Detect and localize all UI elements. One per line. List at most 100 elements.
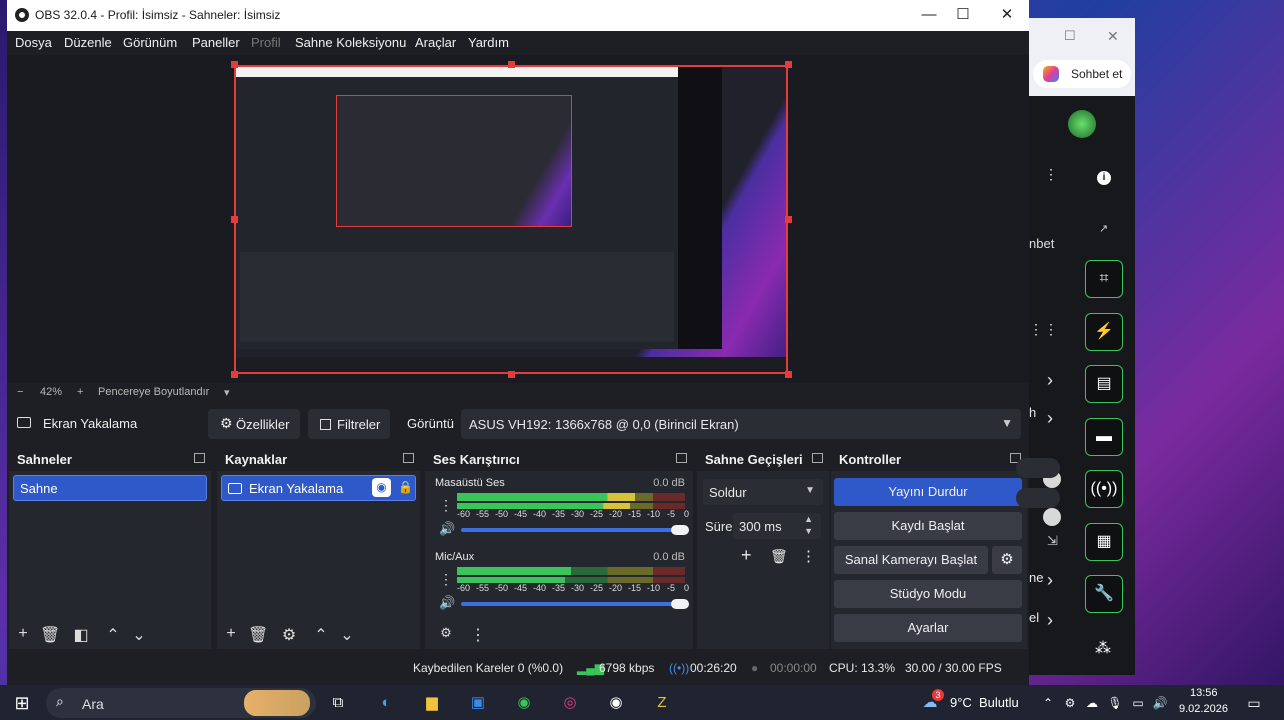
- maximize-button[interactable]: ☐: [1064, 28, 1076, 44]
- chevron-right-icon[interactable]: ›: [1047, 408, 1053, 429]
- resize-handle[interactable]: [785, 61, 792, 68]
- maximize-button[interactable]: ☐: [945, 4, 981, 26]
- virtual-camera-settings-icon[interactable]: ⚙: [992, 546, 1022, 574]
- menu-sahne-koleksiyonu[interactable]: Sahne Koleksiyonu: [295, 35, 406, 50]
- onedrive-icon[interactable]: ☁: [1080, 691, 1104, 715]
- trash-icon[interactable]: 🗑: [40, 625, 60, 645]
- volume-icon[interactable]: 🔊: [1148, 691, 1172, 715]
- document-icon[interactable]: ▤: [1085, 365, 1123, 403]
- zapp-icon[interactable]: Z: [650, 691, 674, 715]
- menu-profil[interactable]: Profil: [251, 35, 281, 50]
- resize-handle[interactable]: [785, 371, 792, 378]
- resize-handle[interactable]: [231, 216, 238, 223]
- clock-time[interactable]: 13:56: [1190, 687, 1218, 699]
- advanced-audio-icon[interactable]: ⚙: [437, 625, 455, 641]
- speaker-icon[interactable]: 🔊: [439, 595, 455, 611]
- toggle-switch-bg[interactable]: [1016, 488, 1060, 508]
- minimize-button[interactable]: —: [911, 4, 947, 26]
- kebab-menu-icon[interactable]: ⋮: [1044, 321, 1058, 338]
- resize-handle[interactable]: [785, 216, 792, 223]
- broadcast-icon[interactable]: ((•)): [1085, 470, 1123, 508]
- edge-icon[interactable]: ◐: [374, 691, 398, 715]
- filter-icon[interactable]: ◧: [72, 625, 90, 645]
- chart-icon[interactable]: ⇲: [1047, 533, 1058, 549]
- source-item[interactable]: Ekran Yakalama ◉ 🔒: [221, 475, 416, 501]
- lock-icon[interactable]: 🔒: [398, 480, 413, 494]
- layout-icon[interactable]: ▦: [1085, 523, 1123, 561]
- chevron-right-icon[interactable]: ›: [1047, 570, 1053, 591]
- kebab-menu-icon[interactable]: ⋮: [1029, 321, 1043, 338]
- kebab-menu-icon[interactable]: ⋮: [439, 571, 453, 588]
- add-icon[interactable]: +: [14, 625, 32, 643]
- notification-icon[interactable]: ▭: [1242, 691, 1266, 715]
- stop-streaming-button[interactable]: Yayını Durdur: [834, 478, 1022, 506]
- chevron-right-icon[interactable]: ›: [1047, 610, 1053, 631]
- move-down-icon[interactable]: ⌄: [130, 625, 148, 645]
- lightning-icon[interactable]: ⚡: [1085, 313, 1123, 351]
- close-button[interactable]: ✕: [1107, 28, 1119, 45]
- volume-slider[interactable]: [461, 528, 689, 532]
- zoom-in-button[interactable]: +: [77, 386, 83, 398]
- clock-date[interactable]: 9.02.2026: [1179, 703, 1228, 715]
- kebab-menu-icon[interactable]: ⋮: [439, 497, 453, 514]
- float-dock-icon[interactable]: [403, 453, 414, 463]
- chat-icon[interactable]: ▬: [1085, 418, 1123, 456]
- move-up-icon[interactable]: ⌃: [104, 625, 122, 645]
- filters-button[interactable]: Filtreler: [308, 409, 390, 439]
- settings-button[interactable]: Ayarlar: [834, 614, 1022, 642]
- toggle-switch[interactable]: [1043, 508, 1061, 526]
- chevron-up-icon[interactable]: ▲: [804, 514, 813, 524]
- scene-item[interactable]: Sahne: [13, 475, 207, 501]
- menu-araclar[interactable]: Araçlar: [415, 35, 456, 50]
- trash-icon[interactable]: 🗑: [248, 625, 268, 645]
- close-button[interactable]: ✕: [989, 4, 1025, 26]
- menu-paneller[interactable]: Paneller: [192, 35, 240, 50]
- chat-button[interactable]: Sohbet et: [1033, 60, 1131, 88]
- resize-handle[interactable]: [231, 61, 238, 68]
- file-explorer-icon[interactable]: ▆: [420, 691, 444, 715]
- duration-spinbox[interactable]: 300 ms ▲ ▼: [733, 513, 821, 539]
- move-down-icon[interactable]: ⌄: [338, 625, 356, 645]
- apps-icon[interactable]: ⁂: [1095, 638, 1111, 658]
- obs-taskbar-icon[interactable]: ◉: [604, 691, 628, 715]
- store-icon[interactable]: ▣: [466, 691, 490, 715]
- float-dock-icon[interactable]: [676, 453, 687, 463]
- info-icon[interactable]: i: [1097, 171, 1111, 185]
- screenshot-icon[interactable]: ⌗: [1085, 260, 1123, 298]
- resize-handle[interactable]: [508, 61, 515, 68]
- volume-slider-knob[interactable]: [671, 599, 689, 609]
- task-view-icon[interactable]: ⧉: [326, 691, 350, 715]
- display-select[interactable]: ASUS VH192: 1366x768 @ 0,0 (Birincil Ekr…: [461, 409, 1021, 439]
- add-icon[interactable]: +: [222, 625, 240, 643]
- mic-icon[interactable]: 🎙: [1103, 691, 1127, 715]
- chevron-down-icon[interactable]: ▼: [804, 526, 813, 536]
- toggle-switch-bg[interactable]: [1016, 458, 1060, 478]
- move-up-icon[interactable]: ⌃: [312, 625, 330, 645]
- windows-start-icon[interactable]: ⊞: [10, 691, 34, 715]
- fit-to-window-dropdown[interactable]: Pencereye Boyutlandır: [98, 386, 209, 398]
- start-virtual-camera-button[interactable]: Sanal Kamerayı Başlat: [834, 546, 988, 574]
- menu-yardim[interactable]: Yardım: [468, 35, 509, 50]
- add-icon[interactable]: +: [741, 545, 752, 566]
- tray-icon[interactable]: ⚙: [1058, 691, 1082, 715]
- kebab-menu-icon[interactable]: ⋮: [801, 547, 816, 565]
- transition-select[interactable]: Soldur ▼: [703, 479, 823, 505]
- volume-slider[interactable]: [461, 602, 689, 606]
- whatsapp-icon[interactable]: ◉: [512, 691, 536, 715]
- start-recording-button[interactable]: Kaydı Başlat: [834, 512, 1022, 540]
- properties-button[interactable]: ⚙ Özellikler: [208, 409, 300, 439]
- chevron-up-icon[interactable]: ⌃: [1036, 691, 1060, 715]
- preview-canvas[interactable]: [234, 65, 788, 374]
- menu-duzenle[interactable]: Düzenle: [64, 35, 112, 50]
- zoom-out-button[interactable]: −: [17, 386, 23, 398]
- studio-mode-button[interactable]: Stüdyo Modu: [834, 580, 1022, 608]
- wrench-icon[interactable]: 🔧: [1085, 575, 1123, 613]
- expand-icon[interactable]: ↗: [1099, 222, 1108, 235]
- speaker-icon[interactable]: 🔊: [439, 521, 455, 537]
- network-icon[interactable]: ▭: [1126, 691, 1150, 715]
- avatar[interactable]: [1068, 110, 1096, 138]
- taskbar-search[interactable]: ⌕ Ara: [46, 688, 316, 718]
- kebab-menu-icon[interactable]: ⋮: [469, 625, 487, 645]
- float-dock-icon[interactable]: [812, 453, 823, 463]
- chevron-down-icon[interactable]: ▾: [224, 386, 230, 399]
